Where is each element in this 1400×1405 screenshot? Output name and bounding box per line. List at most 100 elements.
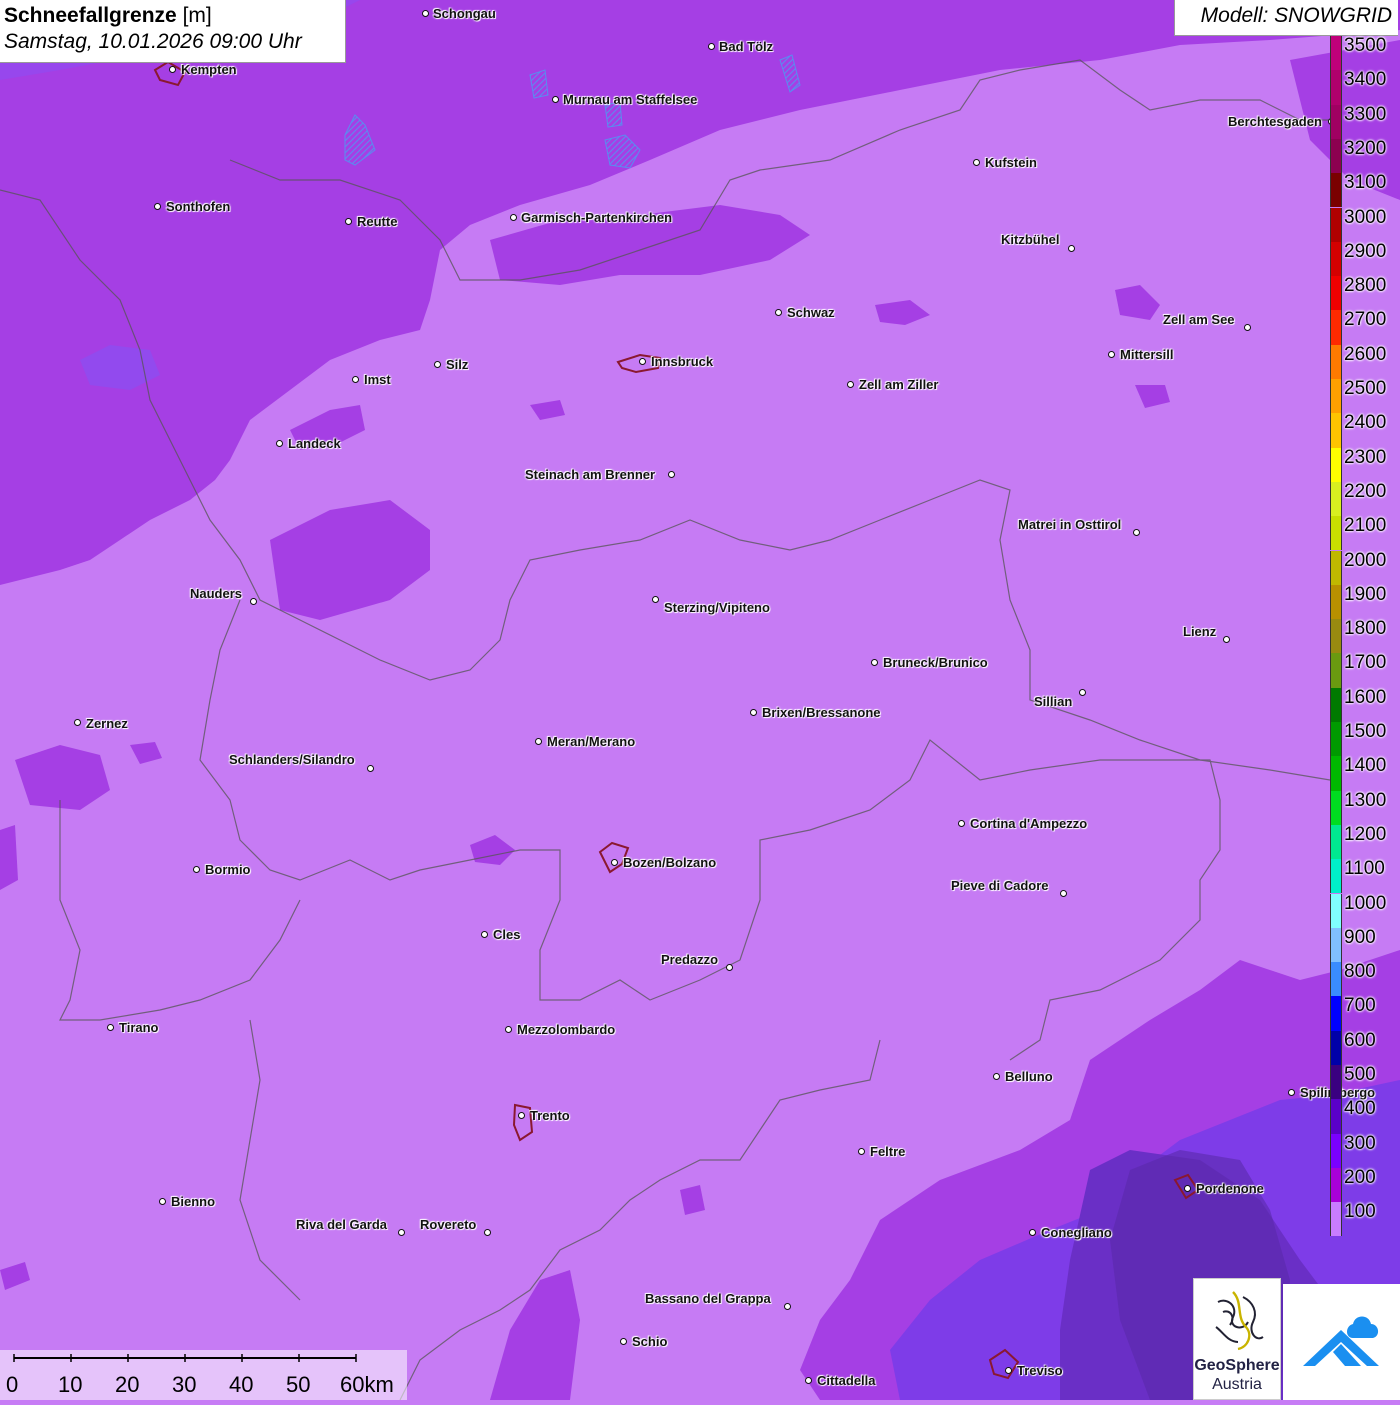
city-marker	[153, 202, 161, 210]
city-marker	[158, 1197, 166, 1205]
legend-label-2500: 2500	[1344, 378, 1387, 399]
scale-label-0: 0	[6, 1372, 19, 1397]
city-label: Zell am See	[1163, 312, 1235, 327]
city-marker	[192, 865, 200, 873]
city-label: Nauders	[190, 586, 243, 601]
legend-label-1800: 1800	[1344, 618, 1387, 640]
city-label: Schongau	[433, 6, 496, 21]
city-marker	[619, 1337, 627, 1345]
city-label: Conegliano	[1041, 1225, 1112, 1240]
city-marker	[972, 158, 980, 166]
legend-swatch-900	[1330, 927, 1342, 963]
city-marker	[783, 1302, 791, 1310]
snowgrid-app-logo[interactable]	[1283, 1284, 1400, 1400]
city-marker	[275, 439, 283, 447]
city-marker	[1287, 1088, 1295, 1096]
geosphere-logo[interactable]: GeoSphere Austria	[1193, 1278, 1281, 1400]
geosphere-emblem-icon	[1215, 1291, 1264, 1351]
city-label: Landeck	[288, 436, 341, 451]
legend-label-3200: 3200	[1344, 137, 1387, 159]
scale-bar: 0 10 20 30 40 50 60km	[0, 1350, 407, 1400]
logo-line-1: GeoSphere	[1194, 1357, 1280, 1374]
legend-label-2200: 2200	[1344, 480, 1387, 502]
legend-label-1000: 1000	[1344, 892, 1387, 914]
legend-swatch-2700	[1330, 310, 1342, 345]
legend-swatch-2600	[1330, 344, 1342, 379]
legend-swatch-2400	[1330, 413, 1342, 448]
legend-label-2000: 2000	[1344, 549, 1387, 571]
city-marker	[1183, 1184, 1191, 1192]
map-title: Schneefallgrenze	[4, 4, 177, 27]
city-label: Mezzolombardo	[517, 1022, 616, 1037]
city-marker	[504, 1025, 512, 1033]
legend-label-1400: 1400	[1344, 755, 1387, 777]
city-label: Silz	[446, 357, 469, 372]
legend-swatch-2200	[1330, 481, 1342, 517]
city-label: Schio	[632, 1334, 668, 1349]
city-marker	[870, 658, 878, 666]
legend-label-3400: 3400	[1344, 69, 1387, 91]
city-marker	[534, 737, 542, 745]
city-marker	[1132, 528, 1140, 536]
city-marker	[638, 357, 646, 365]
legend-label-3300: 3300	[1344, 103, 1387, 125]
city-marker	[707, 42, 715, 50]
city-label: Schlanders/Silandro	[229, 752, 355, 767]
legend-label-2100: 2100	[1344, 515, 1387, 537]
city-marker	[610, 858, 618, 866]
legend-swatch-400	[1330, 1099, 1342, 1134]
legend-swatch-1000	[1330, 893, 1342, 928]
patch-9	[0, 825, 18, 890]
legend-swatch-2500	[1330, 379, 1342, 414]
city-label: Kitzbühel	[1001, 232, 1060, 247]
title-line: Schneefallgrenze [m]	[4, 4, 341, 28]
legend-swatch-300	[1330, 1133, 1342, 1168]
mountain-cloud-icon	[1303, 1316, 1379, 1366]
legend-label-1900: 1900	[1344, 583, 1387, 605]
legend-swatch-500	[1330, 1065, 1342, 1100]
city-label: Garmisch-Partenkirchen	[521, 210, 673, 225]
title-box: Schneefallgrenze [m] Samstag, 10.01.2026…	[0, 0, 346, 63]
city-marker	[483, 1228, 491, 1236]
city-label: Bruneck/Brunico	[883, 655, 988, 670]
city-label: Meran/Merano	[547, 734, 636, 749]
legend-label-600: 600	[1344, 1029, 1376, 1051]
legend-label-2800: 2800	[1344, 275, 1387, 297]
city-label: Steinach am Brenner	[525, 467, 656, 482]
city-marker	[344, 217, 352, 225]
forecast-datetime: Samstag, 10.01.2026 09:00 Uhr	[4, 30, 302, 53]
city-label: Feltre	[870, 1144, 906, 1159]
legend-label-2400: 2400	[1344, 412, 1387, 434]
legend-label-700: 700	[1344, 995, 1376, 1017]
legend-label-400: 400	[1344, 1098, 1376, 1120]
map-area[interactable]: Schongau Bad Tölz Kempten Murnau am Staffel…	[0, 0, 1400, 1400]
legend-label-1100: 1100	[1344, 858, 1385, 880]
legend-swatch-2300	[1330, 447, 1342, 482]
legend-swatch-1900	[1330, 584, 1342, 620]
city-label: Innsbruck	[651, 354, 714, 369]
city-marker	[480, 930, 488, 938]
legend-swatch-2000	[1330, 550, 1342, 585]
legend-swatch-600	[1330, 1030, 1342, 1065]
city-marker	[168, 65, 176, 73]
city-label: Imst	[364, 372, 391, 387]
city-label: Pordenone	[1196, 1181, 1264, 1196]
scale-label-20: 20	[115, 1372, 140, 1397]
scale-label-60km: 60km	[340, 1372, 394, 1397]
city-label: Bassano del Grappa	[645, 1291, 771, 1306]
legend-swatch-1100	[1330, 859, 1342, 894]
city-marker	[509, 213, 517, 221]
city-marker	[1059, 889, 1067, 897]
city-label: Bozen/Bolzano	[623, 855, 717, 870]
legend-swatch-3300	[1330, 104, 1342, 139]
city-marker	[667, 470, 675, 478]
legend-swatch-2900	[1330, 241, 1342, 277]
scale-label-50: 50	[286, 1372, 311, 1397]
city-marker	[1028, 1228, 1036, 1236]
city-label: Berchtesgaden	[1228, 114, 1322, 129]
legend-label-2300: 2300	[1344, 446, 1387, 468]
legend-label-3000: 3000	[1344, 206, 1387, 228]
legend-swatch-100	[1330, 1202, 1342, 1237]
city-label: Sterzing/Vipiteno	[664, 600, 770, 615]
city-marker	[1222, 635, 1230, 643]
